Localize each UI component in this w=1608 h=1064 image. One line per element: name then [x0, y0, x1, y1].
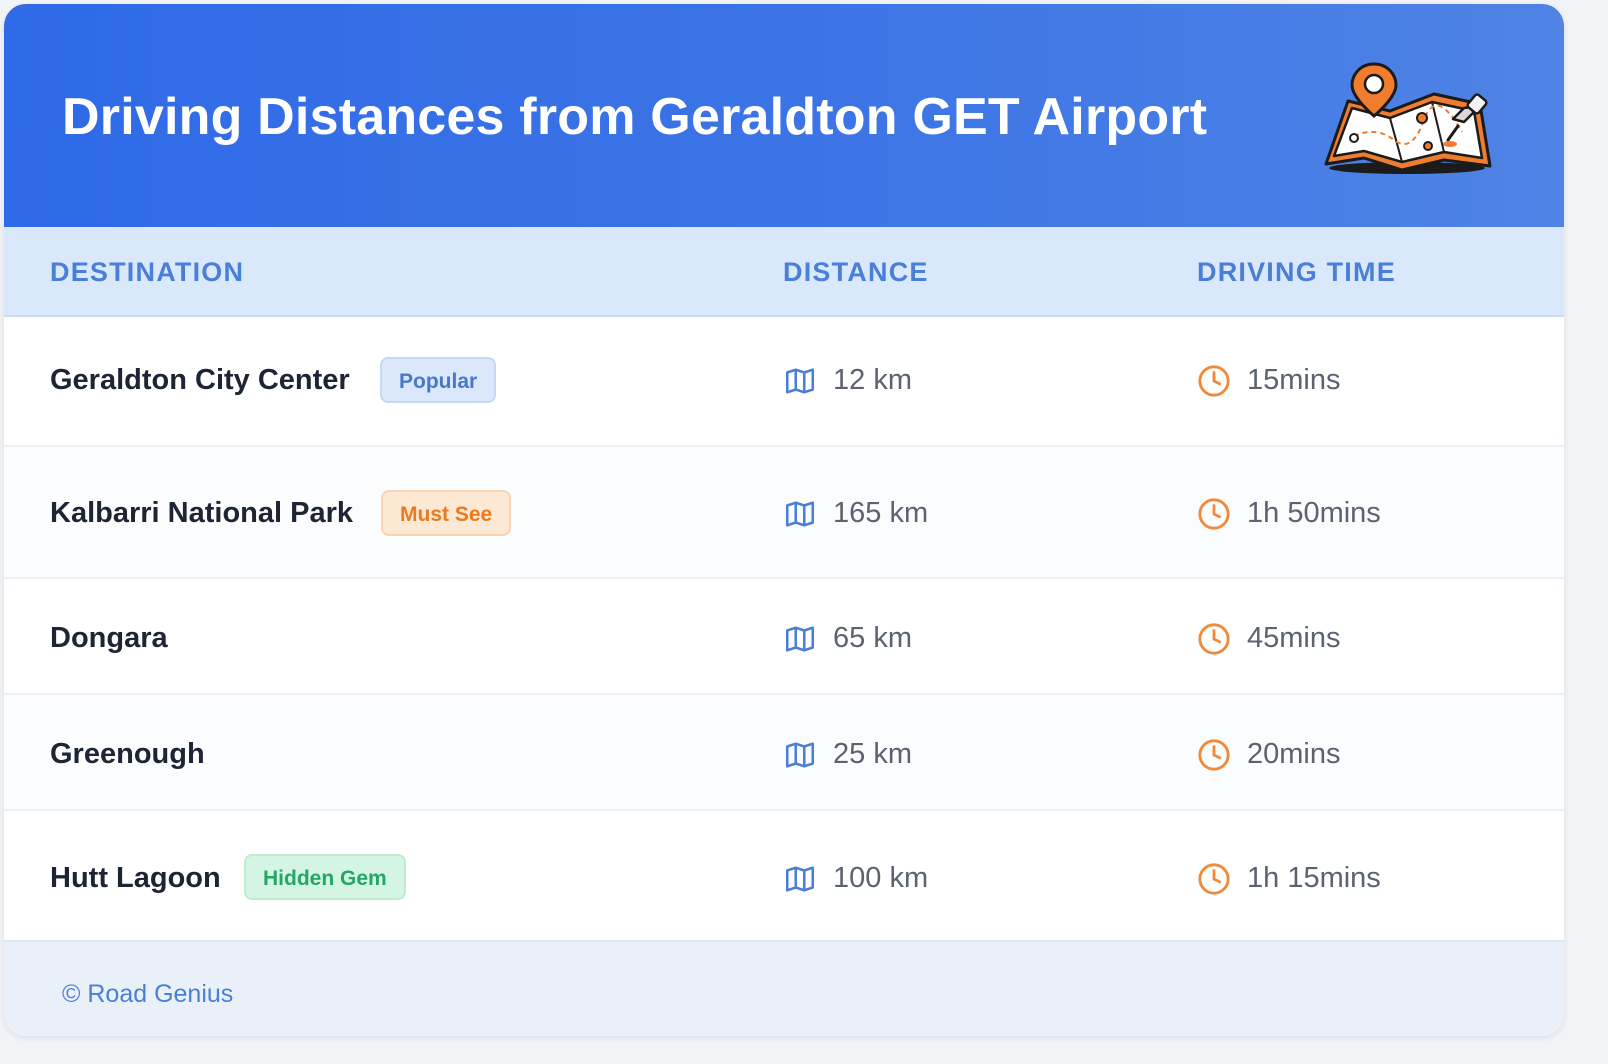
page-title: Driving Distances from Geraldton GET Air…: [62, 88, 1208, 146]
column-header-driving-time: DRIVING TIME: [1197, 257, 1396, 287]
clock-icon: [1198, 365, 1230, 397]
map-icon: [785, 742, 815, 768]
column-header-destination: DESTINATION: [50, 257, 245, 287]
table-row: Geraldton City Center Popular 12 km 15mi…: [4, 317, 1564, 447]
distance-value: 65 km: [833, 622, 912, 654]
must-see-badge: Must See: [381, 490, 512, 536]
map-icon: [785, 626, 815, 652]
destination-name: Dongara: [50, 622, 168, 654]
table-row: Dongara 65 km 45mins: [4, 579, 1564, 695]
destination-name: Hutt Lagoon: [50, 862, 221, 894]
table-row: Kalbarri National Park Must See 165 km 1…: [4, 447, 1564, 579]
driving-time-value: 45mins: [1247, 622, 1341, 654]
popular-badge: Popular: [380, 357, 497, 403]
hidden-gem-badge: Hidden Gem: [244, 854, 406, 900]
destination-name: Geraldton City Center: [50, 364, 350, 396]
distance-value: 25 km: [833, 738, 912, 770]
map-icon: [785, 368, 815, 394]
table-header: DESTINATION DISTANCE DRIVING TIME: [4, 227, 1564, 317]
map-icon: [785, 866, 815, 892]
driving-time-value: 15mins: [1247, 364, 1341, 396]
clock-icon: [1198, 623, 1230, 655]
distance-value: 12 km: [833, 364, 912, 396]
table-row: Greenough 25 km 20mins: [4, 695, 1564, 811]
clock-icon: [1198, 739, 1230, 771]
destination-name: Greenough: [50, 738, 205, 770]
footer-credit: © Road Genius: [62, 980, 234, 1008]
destination-name: Kalbarri National Park: [50, 497, 353, 529]
column-header-distance: DISTANCE: [783, 257, 929, 287]
distance-card: Driving Distances from Geraldton GET Air…: [4, 4, 1564, 1036]
distance-value: 100 km: [833, 862, 929, 894]
clock-icon: [1198, 498, 1230, 530]
driving-time-value: 1h 50mins: [1247, 497, 1381, 529]
map-icon: [785, 501, 815, 527]
map-with-pins-icon: [1324, 62, 1492, 174]
card-footer: © Road Genius: [4, 940, 1564, 1036]
table-row: Hutt Lagoon Hidden Gem 100 km 1h 15mins: [4, 811, 1564, 940]
driving-time-value: 1h 15mins: [1247, 862, 1381, 894]
distance-value: 165 km: [833, 497, 929, 529]
card-header: Driving Distances from Geraldton GET Air…: [4, 4, 1564, 227]
driving-time-value: 20mins: [1247, 738, 1341, 770]
clock-icon: [1198, 863, 1230, 895]
